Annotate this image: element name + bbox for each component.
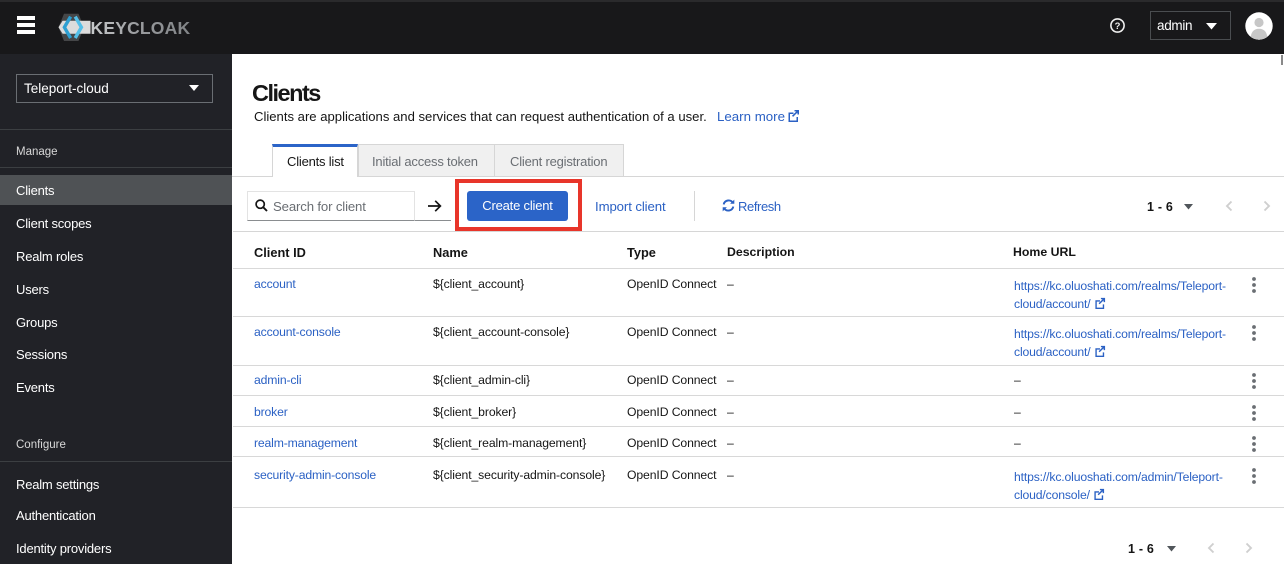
svg-text:?: ? xyxy=(1115,21,1121,32)
svg-text:KEYCLOAK: KEYCLOAK xyxy=(91,18,191,38)
